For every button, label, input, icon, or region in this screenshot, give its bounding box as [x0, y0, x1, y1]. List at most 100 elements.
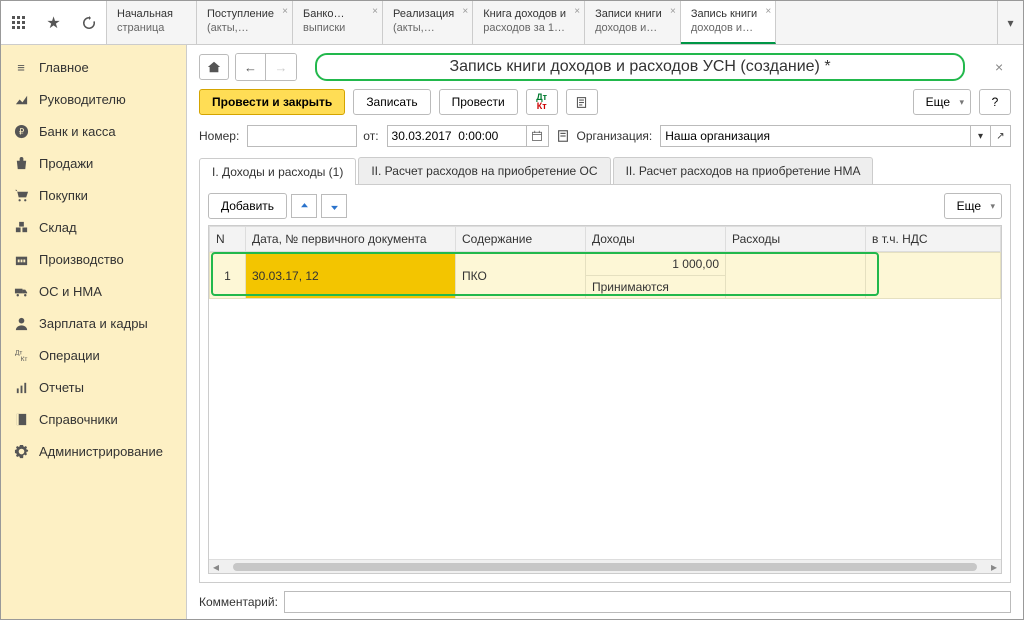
- svg-text:Кт: Кт: [20, 356, 27, 363]
- sidebar-item-purchases[interactable]: Покупки: [1, 179, 186, 211]
- report-icon: [13, 379, 29, 395]
- menu-icon: ≡: [13, 59, 29, 75]
- from-label: от:: [363, 129, 378, 143]
- add-row-button[interactable]: Добавить: [208, 193, 287, 219]
- tabs-overflow-button[interactable]: ▾: [997, 1, 1023, 44]
- document-tabs: Начальная страница × Поступление (акты,……: [107, 1, 997, 44]
- comment-input[interactable]: [284, 591, 1011, 613]
- data-grid[interactable]: N Дата, № первичного документа Содержани…: [208, 225, 1002, 574]
- sidebar-item-operations[interactable]: ДтКтОперации: [1, 339, 186, 371]
- col-header-date[interactable]: Дата, № первичного документа: [246, 227, 456, 252]
- sidebar-item-manager[interactable]: Руководителю: [1, 83, 186, 115]
- truck-icon: [13, 283, 29, 299]
- org-dropdown-button[interactable]: ▾: [971, 125, 991, 147]
- sidebar-item-reports[interactable]: Отчеты: [1, 371, 186, 403]
- sidebar-item-hr[interactable]: Зарплата и кадры: [1, 307, 186, 339]
- grid-panel: Добавить Еще N Дата, № первичного докуме…: [199, 185, 1011, 583]
- col-header-content[interactable]: Содержание: [456, 227, 586, 252]
- main-toolbar: Провести и закрыть Записать Провести ДтК…: [199, 89, 1011, 115]
- number-label: Номер:: [199, 129, 239, 143]
- close-icon[interactable]: ×: [372, 5, 378, 18]
- report-button[interactable]: [566, 89, 598, 115]
- cell-expense[interactable]: [726, 253, 866, 299]
- close-icon[interactable]: ×: [574, 5, 580, 18]
- close-icon[interactable]: ×: [765, 5, 771, 18]
- topbar-icon-group: ★: [1, 1, 107, 44]
- move-down-button[interactable]: [321, 194, 347, 218]
- boxes-icon: [13, 219, 29, 235]
- book-icon: [13, 411, 29, 427]
- cell-income[interactable]: 1 000,00: [586, 253, 726, 276]
- grid-toolbar: Добавить Еще: [208, 193, 1002, 219]
- sidebar-item-assets[interactable]: ОС и НМА: [1, 275, 186, 307]
- horizontal-scrollbar[interactable]: ◂▸: [209, 559, 1001, 573]
- dk-kt-button[interactable]: ДтКт: [526, 89, 558, 115]
- sidebar-item-admin[interactable]: Администрирование: [1, 435, 186, 467]
- close-page-button[interactable]: ×: [995, 59, 1011, 75]
- col-header-n[interactable]: N: [210, 227, 246, 252]
- sidebar-item-sales[interactable]: Продажи: [1, 147, 186, 179]
- tab-receipt[interactable]: × Поступление (акты,…: [197, 1, 293, 44]
- sidebar-item-production[interactable]: Производство: [1, 243, 186, 275]
- chart-icon: [13, 91, 29, 107]
- tab-sales[interactable]: × Реализация (акты,…: [383, 1, 473, 44]
- post-and-close-button[interactable]: Провести и закрыть: [199, 89, 345, 115]
- dk-kt-icon: ДтКт: [536, 93, 547, 111]
- sidebar: ≡Главное Руководителю ₽Банк и касса Прод…: [1, 45, 187, 619]
- history-icon[interactable]: [71, 1, 106, 45]
- tab-bank[interactable]: × Банко… выписки: [293, 1, 383, 44]
- org-label: Организация:: [577, 129, 653, 143]
- comment-row: Комментарий:: [199, 583, 1011, 615]
- post-button[interactable]: Провести: [439, 89, 518, 115]
- sidebar-item-main[interactable]: ≡Главное: [1, 51, 186, 83]
- table-row[interactable]: 1 30.03.17, 12 ПКО 1 000,00: [210, 253, 1001, 276]
- cart-icon: [13, 187, 29, 203]
- save-button[interactable]: Записать: [353, 89, 430, 115]
- close-icon[interactable]: ×: [670, 5, 676, 18]
- apps-icon[interactable]: [1, 1, 36, 45]
- org-input[interactable]: [660, 125, 971, 147]
- more-button[interactable]: Еще: [913, 89, 971, 115]
- forward-button[interactable]: →: [266, 54, 296, 80]
- help-button[interactable]: ?: [979, 89, 1011, 115]
- col-header-nds[interactable]: в т.ч. НДС: [866, 227, 1001, 252]
- bag-icon: [13, 155, 29, 171]
- cell-date[interactable]: 30.03.17, 12: [246, 253, 456, 299]
- sidebar-item-catalogs[interactable]: Справочники: [1, 403, 186, 435]
- section-tabbar: I. Доходы и расходы (1) II. Расчет расхо…: [199, 157, 1011, 185]
- cell-content[interactable]: ПКО: [456, 253, 586, 299]
- gear-icon: [13, 443, 29, 459]
- person-icon: [13, 315, 29, 331]
- col-header-expense[interactable]: Расходы: [726, 227, 866, 252]
- cell-n[interactable]: 1: [210, 253, 246, 299]
- tab-entries[interactable]: × Записи книги доходов и…: [585, 1, 681, 44]
- sidebar-item-bank[interactable]: ₽Банк и касса: [1, 115, 186, 147]
- tab-entry-active[interactable]: × Запись книги доходов и…: [681, 1, 776, 44]
- cell-income-note[interactable]: Принимаются: [586, 276, 726, 299]
- move-up-button[interactable]: [291, 194, 317, 218]
- header-form-row: Номер: от: Организация: ▾ ↗: [199, 125, 1011, 147]
- ruble-icon: ₽: [13, 123, 29, 139]
- home-button[interactable]: [199, 54, 229, 80]
- tab-book[interactable]: × Книга доходов и расходов за 1…: [473, 1, 585, 44]
- tab-os-expense[interactable]: II. Расчет расходов на приобретение ОС: [358, 157, 610, 184]
- grid-more-button[interactable]: Еще: [944, 193, 1002, 219]
- tab-nma-expense[interactable]: II. Расчет расходов на приобретение НМА: [613, 157, 874, 184]
- number-input[interactable]: [247, 125, 357, 147]
- org-open-button[interactable]: ↗: [991, 125, 1011, 147]
- sidebar-item-warehouse[interactable]: Склад: [1, 211, 186, 243]
- title-row: ← → Запись книги доходов и расходов УСН …: [199, 53, 1011, 81]
- page-title: Запись книги доходов и расходов УСН (соз…: [315, 53, 965, 81]
- close-icon[interactable]: ×: [282, 5, 288, 18]
- close-icon[interactable]: ×: [462, 5, 468, 18]
- content-area: ← → Запись книги доходов и расходов УСН …: [187, 45, 1023, 619]
- col-header-income[interactable]: Доходы: [586, 227, 726, 252]
- back-button[interactable]: ←: [236, 54, 266, 80]
- calendar-button[interactable]: [527, 125, 549, 147]
- date-input[interactable]: [387, 125, 527, 147]
- factory-icon: [13, 251, 29, 267]
- tab-start-page[interactable]: Начальная страница: [107, 1, 197, 44]
- cell-nds[interactable]: [866, 253, 1001, 299]
- tab-income-expense[interactable]: I. Доходы и расходы (1): [199, 158, 356, 185]
- star-icon[interactable]: ★: [36, 1, 71, 45]
